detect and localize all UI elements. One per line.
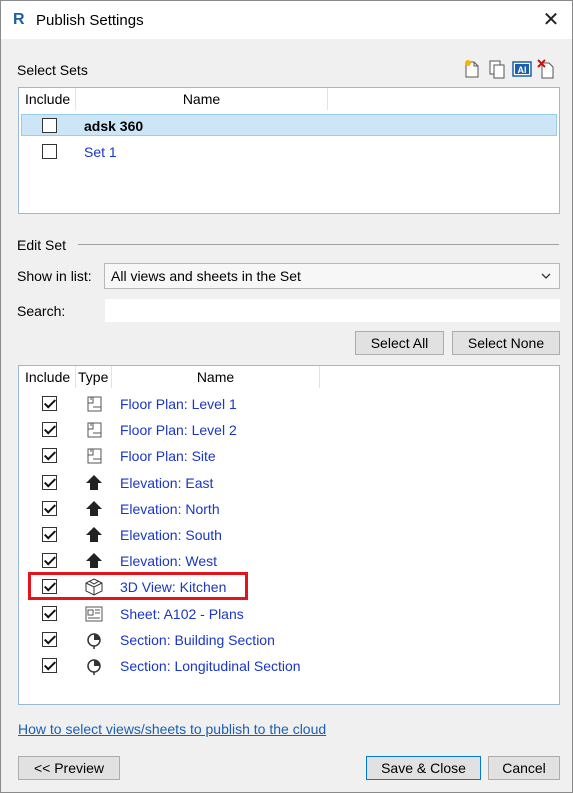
view-name[interactable]: Floor Plan: Level 1 [120, 396, 237, 412]
view-name[interactable]: Elevation: East [120, 475, 213, 491]
select-all-button[interactable]: Select All [355, 331, 444, 355]
set-include-checkbox[interactable] [42, 144, 57, 159]
set-name: Set 1 [84, 144, 117, 160]
save-close-button[interactable]: Save & Close [366, 756, 481, 780]
view-include-checkbox[interactable] [42, 475, 57, 490]
show-in-list-label: Show in list: [17, 268, 92, 284]
show-in-list-dropdown[interactable]: All views and sheets in the Set [104, 263, 560, 289]
view-name[interactable]: Elevation: West [120, 553, 217, 569]
view-include-checkbox[interactable] [42, 658, 57, 673]
view-include-checkbox[interactable] [42, 396, 57, 411]
svg-text:AI: AI [518, 65, 527, 75]
revit-app-icon: R [13, 11, 25, 28]
new-set-icon[interactable] [462, 59, 482, 79]
preview-button[interactable]: << Preview [18, 756, 120, 780]
view-name[interactable]: Elevation: South [120, 527, 222, 543]
edit-set-label: Edit Set [17, 237, 67, 253]
select-sets-label: Select Sets [17, 62, 88, 78]
view-name[interactable]: Elevation: North [120, 501, 220, 517]
view-include-checkbox[interactable] [42, 632, 57, 647]
section-icon [84, 630, 104, 650]
sheet-icon [84, 604, 104, 624]
chevron-down-icon [541, 273, 551, 279]
close-button[interactable]: ✕ [538, 7, 564, 33]
view-name[interactable]: Section: Longitudinal Section [120, 658, 301, 674]
select-sets-list[interactable]: Include Name adsk 360 Set 1 [18, 87, 560, 214]
cancel-button[interactable]: Cancel [488, 756, 560, 780]
elevation-icon [84, 499, 104, 519]
view-include-checkbox[interactable] [42, 527, 57, 542]
floor-plan-icon [84, 420, 104, 440]
view-include-checkbox[interactable] [42, 422, 57, 437]
view-include-checkbox[interactable] [42, 553, 57, 568]
col-type[interactable]: Type [76, 366, 112, 388]
col-empty [320, 366, 559, 388]
delete-set-icon[interactable] [537, 59, 557, 79]
elevation-icon [84, 551, 104, 571]
highlight-annotation-box [28, 572, 248, 600]
col-name[interactable]: Name [76, 88, 328, 110]
view-name[interactable]: Sheet: A102 - Plans [120, 606, 244, 622]
view-name[interactable]: Floor Plan: Site [120, 448, 216, 464]
col-include[interactable]: Include [19, 88, 76, 110]
dropdown-value: All views and sheets in the Set [111, 268, 301, 284]
window-title: Publish Settings [36, 12, 144, 29]
view-name[interactable]: Floor Plan: Level 2 [120, 422, 237, 438]
col-name[interactable]: Name [112, 366, 320, 388]
set-include-checkbox[interactable] [42, 118, 57, 133]
publish-settings-dialog: R Publish Settings ✕ Select Sets AI Incl… [0, 0, 573, 793]
rename-set-icon[interactable]: AI [512, 59, 532, 79]
elevation-icon [84, 525, 104, 545]
select-none-button[interactable]: Select None [452, 331, 560, 355]
help-link[interactable]: How to select views/sheets to publish to… [18, 721, 326, 737]
floor-plan-icon [84, 394, 104, 414]
view-include-checkbox[interactable] [42, 501, 57, 516]
section-icon [84, 656, 104, 676]
view-include-checkbox[interactable] [42, 606, 57, 621]
view-name[interactable]: Section: Building Section [120, 632, 275, 648]
floor-plan-icon [84, 446, 104, 466]
duplicate-set-icon[interactable] [487, 59, 507, 79]
search-label: Search: [17, 303, 66, 319]
col-include[interactable]: Include [19, 366, 76, 388]
title-bar: R Publish Settings ✕ [1, 1, 572, 39]
col-empty [328, 88, 559, 110]
edit-set-divider [78, 244, 559, 245]
view-include-checkbox[interactable] [42, 448, 57, 463]
set-name: adsk 360 [84, 118, 144, 134]
elevation-icon [84, 473, 104, 493]
search-input[interactable] [105, 299, 560, 322]
